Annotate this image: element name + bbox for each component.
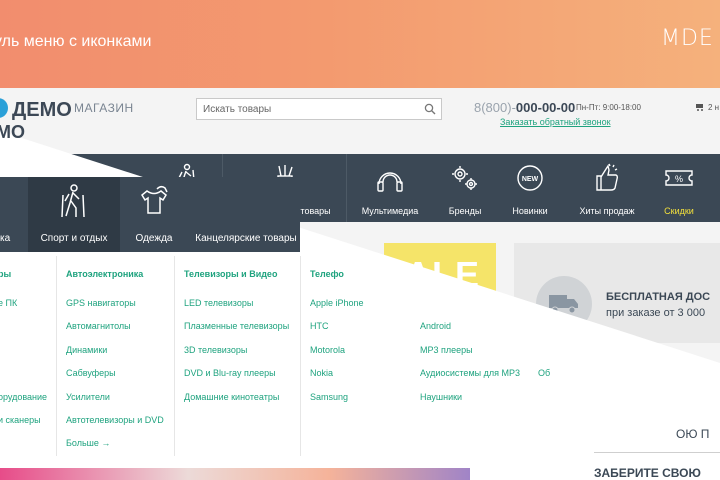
nav-item-multimedia[interactable]: Мультимедиа xyxy=(346,154,434,222)
shop-page: ДЕМО МАГАЗИН 8(800)-000-00-00 Пн-Пт: 9:0… xyxy=(0,88,720,480)
search-box xyxy=(196,98,442,120)
menu-link[interactable]: е ПК xyxy=(0,298,17,308)
nav-item-brands[interactable]: Бренды xyxy=(436,154,494,222)
front-nav-label: ка xyxy=(0,233,11,244)
menu-link[interactable]: LED телевизоры xyxy=(184,298,253,308)
search-icon[interactable] xyxy=(424,103,436,115)
front-nav-item[interactable]: ка xyxy=(0,177,24,252)
column-heading[interactable]: Телефо xyxy=(310,269,344,279)
menu-link[interactable]: Apple iPhone xyxy=(310,298,364,308)
menu-link[interactable]: Аудиосистемы для MP3 xyxy=(420,368,520,378)
headphones-icon xyxy=(377,172,403,192)
phone-number: 000-00-00 xyxy=(515,100,576,115)
menu-link[interactable]: Усилители xyxy=(66,392,110,402)
more-link[interactable]: Больше → xyxy=(66,438,110,448)
menu-link[interactable]: Сабвуферы xyxy=(66,368,116,378)
menu-link[interactable]: орудование xyxy=(0,392,47,402)
front-nav-item-sport[interactable]: Спорт и отдых xyxy=(28,177,120,252)
column-divider xyxy=(174,256,175,456)
front-nav-item-stationery[interactable]: Канцелярские товары xyxy=(190,177,302,252)
front-nav-label: Канцелярские товары xyxy=(195,233,297,244)
callback-link[interactable]: Заказать обратный звонок xyxy=(500,117,611,127)
nav-item-new[interactable]: NEW Новинки xyxy=(500,154,560,222)
search-input[interactable] xyxy=(203,99,423,119)
banner-logo: MDE xyxy=(661,26,714,51)
logo-circle-icon xyxy=(0,98,8,118)
front-nav-label: Одежда xyxy=(135,233,173,244)
clothes-icon xyxy=(141,185,168,214)
menu-link[interactable]: Динамики xyxy=(66,345,107,355)
nav-label: Хиты продаж xyxy=(579,206,635,216)
column-heading[interactable]: Телевизоры и Видео xyxy=(184,269,277,279)
discount-ticket-icon: % xyxy=(665,170,693,186)
tutorial-banner: уль меню с иконками MDE xyxy=(0,0,720,88)
menu-link[interactable]: Samsung xyxy=(310,392,348,402)
nav-label: Скидки xyxy=(664,206,694,216)
logo-ghost: МО xyxy=(0,122,25,142)
column-divider xyxy=(56,256,57,456)
cart-count[interactable]: 2 н xyxy=(708,103,719,112)
phone-prefix: 8(800)- xyxy=(474,100,516,115)
phone: 8(800)-000-00-00 xyxy=(474,100,575,115)
front-nav-label: Спорт и отдых xyxy=(40,233,108,244)
menu-link[interactable]: HTC xyxy=(310,321,329,331)
nav-label: Бренды xyxy=(448,206,482,216)
promo-text: ОЮ П xyxy=(676,427,710,441)
menu-link[interactable]: Домашние кинотеатры xyxy=(184,392,279,402)
menu-link[interactable]: DVD и Blu-ray плееры xyxy=(184,368,276,378)
svg-text:%: % xyxy=(675,174,683,184)
menu-link[interactable]: Автомагнитолы xyxy=(66,321,131,331)
menu-link[interactable]: GPS навигаторы xyxy=(66,298,136,308)
front-nav-item-clothes[interactable]: Одежда xyxy=(120,177,188,252)
nav-label: Мультимедиа xyxy=(361,206,419,216)
nav-item-hits[interactable]: Хиты продаж xyxy=(570,154,644,222)
menu-link[interactable]: 3D телевизоры xyxy=(184,345,247,355)
menu-link[interactable]: и сканеры xyxy=(0,415,41,425)
delivery-title: БЕСПЛАТНАЯ ДОС xyxy=(606,291,711,303)
menu-link[interactable]: Android xyxy=(420,321,451,331)
cart-icon[interactable] xyxy=(696,103,704,111)
column-heading[interactable]: Автоэлектроника xyxy=(66,269,143,279)
menu-link[interactable]: Nokia xyxy=(310,368,333,378)
hiker-icon xyxy=(61,184,85,218)
menu-link[interactable]: Автотелевизоры и DVD xyxy=(66,415,164,425)
gears-icon xyxy=(452,166,477,190)
promo-text-2: ЗАБЕРИТЕ СВОЮ xyxy=(594,466,701,480)
delivery-subtitle: при заказе от 3 000 xyxy=(606,307,706,319)
menu-link[interactable]: MP3 плееры xyxy=(420,345,473,355)
logo-main[interactable]: ДЕМО xyxy=(12,99,72,122)
menu-link[interactable]: Плазменные телевизоры xyxy=(184,321,289,331)
column-heading[interactable]: ры xyxy=(0,269,11,279)
logo-sub: МАГАЗИН xyxy=(74,101,134,115)
work-hours: Пн-Пт: 9:00-18:00 xyxy=(576,103,641,112)
promo-divider xyxy=(594,452,720,453)
column-divider xyxy=(300,256,301,456)
new-badge-icon: NEW xyxy=(517,165,543,191)
menu-link[interactable]: Об xyxy=(538,368,550,378)
svg-text:NEW: NEW xyxy=(522,176,539,183)
product-banner-strip[interactable] xyxy=(0,468,470,480)
thumbs-up-icon xyxy=(596,163,619,191)
nav-label: Новинки xyxy=(512,206,548,216)
nav-item-discounts[interactable]: % Скидки xyxy=(650,154,708,222)
menu-link[interactable]: Motorola xyxy=(310,345,345,355)
menu-link[interactable]: Наушники xyxy=(420,392,462,402)
banner-title: уль меню с иконками xyxy=(0,33,152,50)
